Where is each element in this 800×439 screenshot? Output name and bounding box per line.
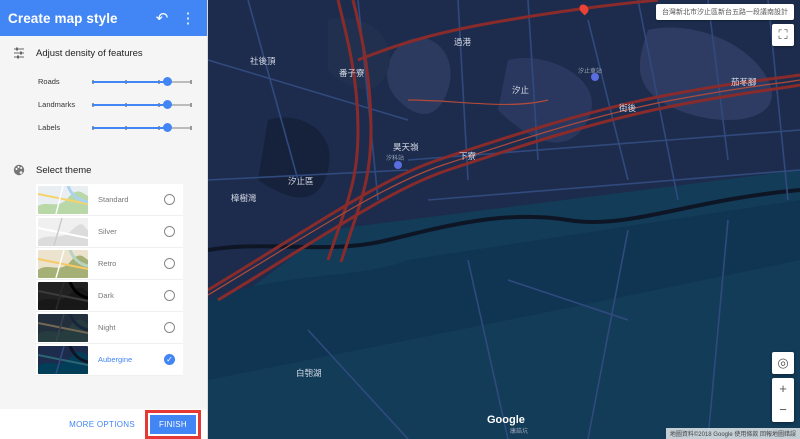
map-canvas[interactable]: 社後頂 番子寮 過港 汐止 汐止車站 茄苳腳 街後 昊天嶺 汐科站 下寮 汐止區… bbox=[208, 0, 800, 439]
aubergine-theme-thumbnail bbox=[38, 345, 88, 374]
map-label: 茄苳腳 bbox=[731, 78, 757, 88]
map-label: 汐止 bbox=[512, 86, 530, 96]
retro-theme-thumbnail bbox=[38, 249, 88, 278]
more-options-button[interactable]: MORE OPTIONS bbox=[69, 420, 135, 429]
dark-theme-thumbnail bbox=[38, 281, 88, 310]
tune-icon bbox=[12, 46, 26, 60]
sidebar-panel: Adjust density of features Roads Landmar… bbox=[0, 36, 207, 409]
theme-radio[interactable] bbox=[164, 194, 175, 205]
theme-radio[interactable] bbox=[164, 226, 175, 237]
map-label: 昊天嶺 bbox=[393, 143, 419, 153]
map-label: 康誥坑 bbox=[510, 428, 529, 435]
map-attribution[interactable]: 地圖資料©2018 Google 使用條款 回報地圖錯誤 bbox=[665, 428, 800, 439]
slider-row-landmarks: Landmarks bbox=[0, 93, 207, 116]
theme-name: Aubergine bbox=[98, 355, 133, 364]
palette-icon bbox=[12, 163, 26, 177]
standard-theme-thumbnail bbox=[38, 185, 88, 214]
theme-list: Standard Silver Retro Dark Night Aubergi… bbox=[36, 184, 183, 376]
theme-name: Night bbox=[98, 323, 116, 332]
map-label: 街後 bbox=[619, 104, 637, 114]
theme-radio[interactable] bbox=[164, 258, 175, 269]
theme-radio[interactable] bbox=[164, 322, 175, 333]
theme-option-standard[interactable]: Standard bbox=[36, 184, 183, 216]
theme-name: Retro bbox=[98, 259, 117, 268]
more-vert-icon[interactable]: ⋮ bbox=[177, 7, 199, 29]
sidebar-header: Create map style ↶ ⋮ bbox=[0, 0, 207, 36]
app-root: Create map style ↶ ⋮ Adjust density of f… bbox=[0, 0, 800, 439]
theme-option-night[interactable]: Night bbox=[36, 312, 183, 344]
theme-option-dark[interactable]: Dark bbox=[36, 280, 183, 312]
map-label: 下寮 bbox=[459, 152, 477, 162]
theme-name: Standard bbox=[98, 195, 129, 204]
station-icon bbox=[394, 161, 402, 169]
map-label: 過港 bbox=[454, 38, 472, 48]
address-chip[interactable]: 台灣新北市汐止區新台五路一段議南設計 bbox=[656, 4, 794, 20]
theme-section-header: Select theme bbox=[0, 153, 207, 187]
slider-row-labels: Labels bbox=[0, 116, 207, 139]
slider-thumb[interactable] bbox=[163, 99, 172, 109]
station-icon bbox=[591, 73, 599, 81]
map-label: 樟樹灣 bbox=[231, 194, 257, 204]
density-section-header: Adjust density of features bbox=[0, 36, 207, 70]
theme-option-retro[interactable]: Retro bbox=[36, 248, 183, 280]
zoom-in-button[interactable]: + bbox=[779, 378, 787, 400]
sidebar-title: Create map style bbox=[8, 10, 118, 26]
slider-thumb[interactable] bbox=[163, 76, 172, 86]
map-label: 汐止區 bbox=[288, 177, 314, 187]
map-label: 社後頂 bbox=[250, 57, 276, 67]
theme-option-silver[interactable]: Silver bbox=[36, 216, 183, 248]
zoom-controls: + − bbox=[772, 378, 794, 422]
style-sidebar: Create map style ↶ ⋮ Adjust density of f… bbox=[0, 0, 208, 439]
silver-theme-thumbnail bbox=[38, 217, 88, 246]
theme-name: Dark bbox=[98, 291, 114, 300]
landmarks-density-slider[interactable] bbox=[92, 99, 192, 109]
density-heading: Adjust density of features bbox=[36, 47, 143, 59]
zoom-out-button[interactable]: − bbox=[779, 400, 787, 422]
theme-radio[interactable] bbox=[164, 290, 175, 301]
theme-radio-checked[interactable]: ✓ bbox=[164, 354, 175, 365]
theme-name: Silver bbox=[98, 227, 117, 236]
slider-thumb[interactable] bbox=[163, 122, 172, 132]
slider-row-roads: Roads bbox=[0, 70, 207, 93]
roads-density-slider[interactable] bbox=[92, 76, 192, 86]
undo-icon[interactable]: ↶ bbox=[151, 7, 173, 29]
sidebar-footer: MORE OPTIONS FINISH bbox=[0, 409, 207, 439]
map-label: 番子寮 bbox=[339, 69, 365, 79]
theme-option-aubergine[interactable]: Aubergine ✓ bbox=[36, 344, 183, 376]
labels-density-slider[interactable] bbox=[92, 122, 192, 132]
finish-highlight: FINISH bbox=[144, 409, 201, 439]
night-theme-thumbnail bbox=[38, 313, 88, 342]
map-label: 汐止車站 bbox=[578, 68, 603, 75]
slider-label: Labels bbox=[38, 123, 61, 132]
slider-label: Landmarks bbox=[38, 100, 76, 109]
theme-heading: Select theme bbox=[36, 164, 92, 176]
my-location-button[interactable]: ◎ bbox=[772, 352, 794, 374]
fullscreen-button[interactable]: ⛶ bbox=[772, 24, 794, 46]
map-label: 白匏湖 bbox=[296, 369, 322, 379]
slider-label: Roads bbox=[38, 77, 60, 86]
finish-button[interactable]: FINISH bbox=[149, 414, 196, 434]
google-logo: Google bbox=[487, 414, 525, 426]
